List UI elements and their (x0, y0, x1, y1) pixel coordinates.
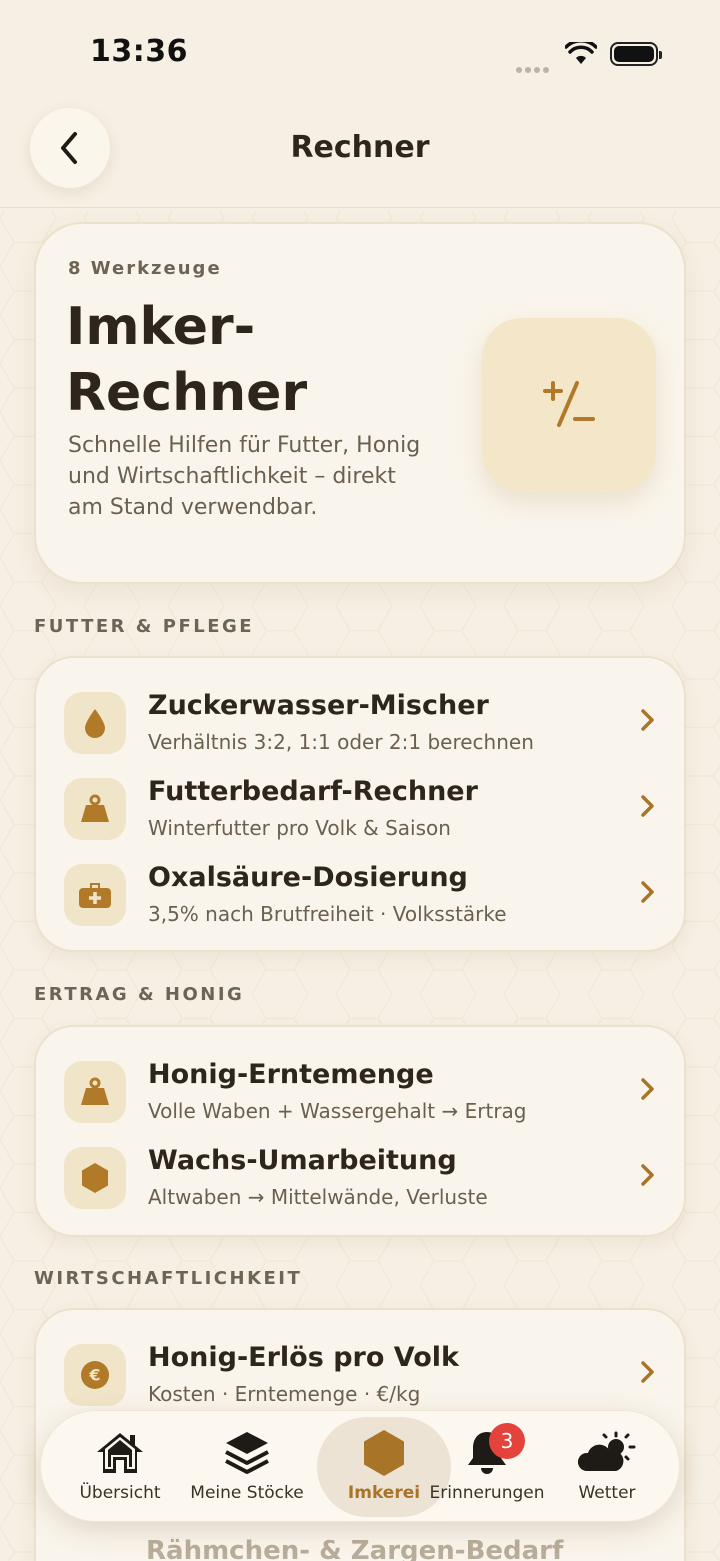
hero-description: Schnelle Hilfen für Futter, Honig und Wi… (68, 433, 421, 520)
list-item-partial: Rähmchen- & Zargen-Bedarf (146, 1536, 564, 1561)
tab-meine-stoecke[interactable]: Meine Stöcke (187, 1411, 307, 1523)
cellular-signal-icon (516, 58, 552, 77)
tab-uebersicht[interactable]: Übersicht (75, 1411, 165, 1523)
notification-badge: 3 (489, 1423, 525, 1459)
hexagon-icon (364, 1430, 404, 1476)
svg-text:€: € (88, 1366, 100, 1385)
weather-icon (577, 1431, 636, 1471)
hero-title: Imker- Rechner (66, 297, 308, 423)
tab-erinnerungen[interactable]: 3 Erinnerungen (427, 1411, 547, 1523)
list-item-oxalsaeure[interactable]: Oxalsäure-Dosierung 3,5% nach Brutfreihe… (36, 850, 684, 936)
chevron-right-icon (641, 795, 654, 817)
wifi-icon (565, 42, 597, 64)
chevron-right-icon (641, 881, 654, 903)
list-item-futterbedarf[interactable]: Futterbedarf-Rechner Winterfutter pro Vo… (36, 764, 684, 850)
drop-icon (85, 709, 105, 738)
list-item-wachs-umarbeitung[interactable]: Wachs-Umarbeitung Altwaben → Mittelwände… (36, 1133, 684, 1219)
card-futter: Zuckerwasser-Mischer Verhältnis 3:2, 1:1… (34, 656, 686, 952)
nav-header: Rechner (0, 100, 720, 208)
weight-icon (81, 1077, 109, 1105)
chevron-right-icon (641, 1078, 654, 1100)
layers-icon (225, 1432, 269, 1474)
medkit-icon (79, 883, 111, 908)
section-label-ertrag: ERTRAG & HONIG (34, 984, 245, 1005)
calculator-tile (482, 318, 656, 492)
list-item-zuckerwasser[interactable]: Zuckerwasser-Mischer Verhältnis 3:2, 1:1… (36, 678, 684, 764)
battery-icon (610, 42, 662, 66)
page-title: Rechner (290, 130, 430, 165)
hero-card: 8 Werkzeuge Imker- Rechner Schnelle Hilf… (34, 222, 686, 584)
weight-icon (81, 794, 109, 822)
home-icon (97, 1433, 143, 1473)
status-bar: 13:36 (0, 0, 720, 100)
section-label-wirtschaftlichkeit: WIRTSCHAFTLICHKEIT (34, 1268, 303, 1289)
tab-bar: Übersicht Meine Stöcke Imkerei 3 Erinner… (40, 1410, 680, 1522)
chevron-right-icon (641, 1164, 654, 1186)
section-label-futter: FUTTER & PFLEGE (34, 616, 255, 637)
tab-imkerei[interactable]: Imkerei (317, 1411, 451, 1523)
chevron-right-icon (641, 1361, 654, 1383)
card-ertrag: Honig-Erntemenge Volle Waben + Wassergeh… (34, 1025, 686, 1237)
tool-count: 8 Werkzeuge (68, 258, 222, 279)
euro-icon: € (81, 1361, 109, 1389)
status-time: 13:36 (90, 34, 188, 69)
plus-minus-icon (543, 381, 595, 427)
tab-wetter[interactable]: Wetter (567, 1411, 647, 1523)
hexagon-icon (82, 1163, 108, 1193)
chevron-right-icon (641, 709, 654, 731)
list-item-honig-erloes[interactable]: € Honig-Erlös pro Volk Kosten · Erntemen… (36, 1330, 684, 1416)
list-item-honig-erntemenge[interactable]: Honig-Erntemenge Volle Waben + Wassergeh… (36, 1047, 684, 1133)
